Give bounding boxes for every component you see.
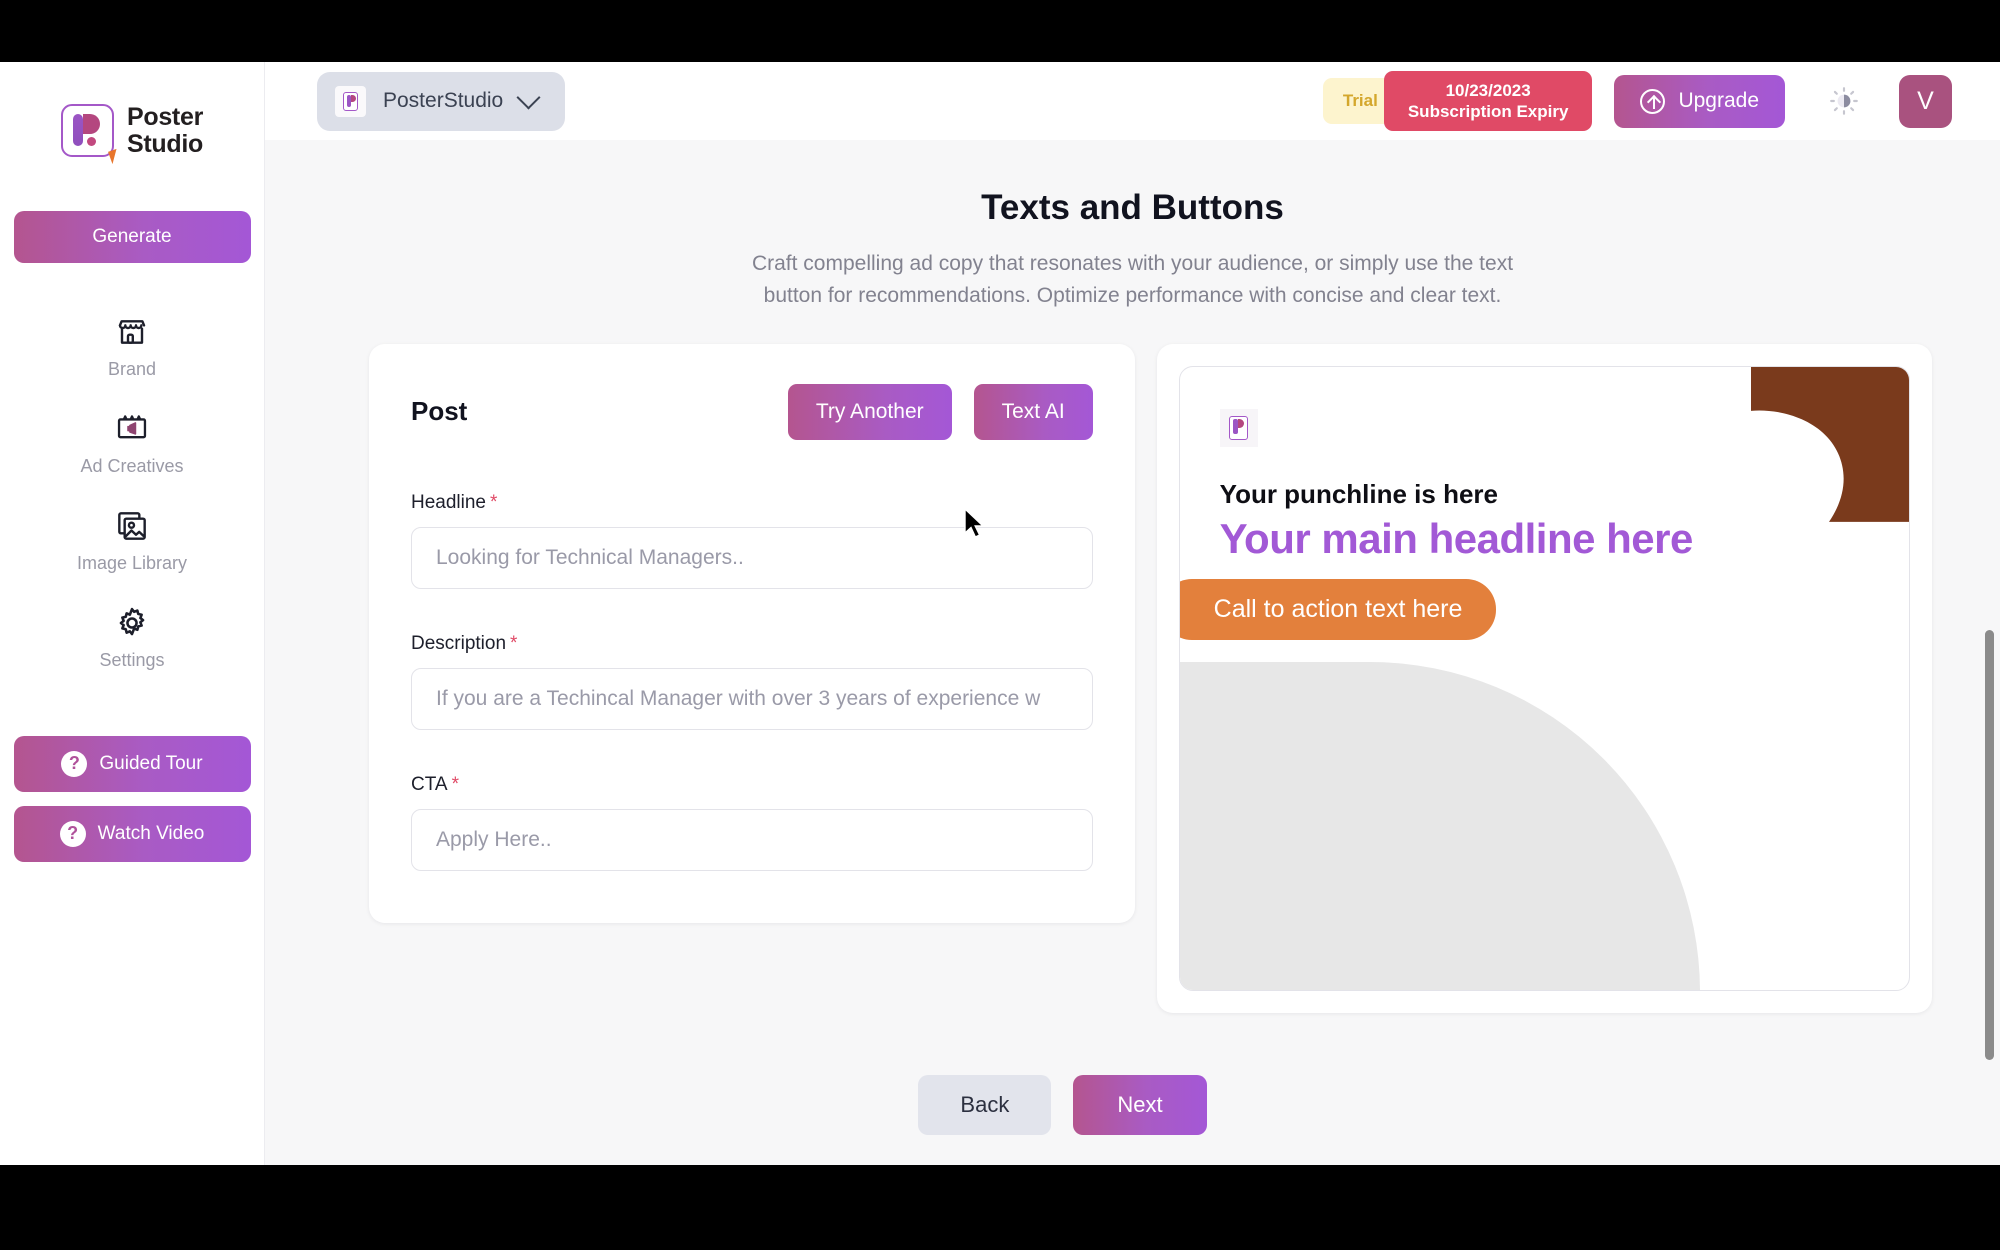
app-logo[interactable]: Poster Studio bbox=[61, 104, 203, 158]
generate-button[interactable]: Generate bbox=[14, 211, 251, 263]
poster-punchline: Your punchline is here bbox=[1220, 479, 1498, 510]
text-ai-button[interactable]: Text AI bbox=[974, 384, 1093, 440]
back-button[interactable]: Back bbox=[918, 1075, 1051, 1135]
avatar[interactable]: V bbox=[1899, 75, 1952, 128]
headline-label-text: Headline bbox=[411, 492, 486, 513]
vertical-scrollbar[interactable] bbox=[1985, 630, 1994, 1060]
upgrade-label: Upgrade bbox=[1678, 89, 1759, 113]
required-asterisk: * bbox=[452, 774, 459, 795]
billboard-icon bbox=[115, 409, 149, 449]
letterbox-top bbox=[0, 0, 2000, 62]
headline-field-group: Headline* bbox=[411, 492, 1093, 589]
next-button[interactable]: Next bbox=[1073, 1075, 1206, 1135]
workspace-name: PosterStudio bbox=[383, 89, 503, 113]
chevron-down-icon bbox=[517, 85, 541, 109]
subscription-label: Subscription Expiry bbox=[1408, 101, 1569, 122]
storefront-icon bbox=[115, 312, 149, 352]
subscription-expiry-badge[interactable]: 10/23/2023 Subscription Expiry bbox=[1384, 71, 1593, 132]
poster-studio-logo-icon bbox=[61, 104, 114, 157]
guided-tour-button[interactable]: ? Guided Tour bbox=[14, 736, 251, 792]
watch-video-label: Watch Video bbox=[98, 823, 205, 845]
workspace-selector[interactable]: PosterStudio bbox=[317, 72, 565, 131]
headline-input[interactable] bbox=[411, 527, 1093, 589]
form-header: Post Try Another Text AI bbox=[411, 384, 1093, 440]
logo-line-2: Studio bbox=[127, 131, 203, 158]
sidebar-item-brand[interactable]: Brand bbox=[0, 293, 264, 390]
poster-headline: Your main headline here bbox=[1220, 515, 1693, 563]
description-label: Description* bbox=[411, 633, 1093, 655]
form-section-title: Post bbox=[411, 396, 467, 427]
sidebar-nav: Brand Ad Creatives bbox=[0, 293, 264, 681]
page-subtitle: Craft compelling ad copy that resonates … bbox=[738, 248, 1528, 312]
description-input[interactable] bbox=[411, 668, 1093, 730]
headline-label: Headline* bbox=[411, 492, 1093, 514]
cta-field-group: CTA* bbox=[411, 774, 1093, 871]
question-circle-icon: ? bbox=[60, 821, 86, 847]
post-form-card: Post Try Another Text AI Headline* bbox=[369, 344, 1135, 923]
page-title: Texts and Buttons bbox=[265, 188, 2000, 228]
panels: Post Try Another Text AI Headline* bbox=[265, 312, 2000, 1013]
sidebar: Poster Studio Generate Brand bbox=[0, 62, 265, 1165]
guided-tour-label: Guided Tour bbox=[99, 753, 202, 775]
topbar-actions: Trial 10/23/2023 Subscription Expiry Upg… bbox=[1323, 71, 1952, 132]
question-circle-icon: ? bbox=[61, 751, 87, 777]
required-asterisk: * bbox=[510, 633, 517, 654]
images-icon bbox=[115, 506, 149, 546]
sidebar-item-label: Settings bbox=[99, 650, 164, 671]
sidebar-item-label: Image Library bbox=[77, 553, 187, 574]
subscription-date: 10/23/2023 bbox=[1408, 80, 1569, 101]
upgrade-button[interactable]: Upgrade bbox=[1614, 75, 1785, 128]
sun-moon-icon bbox=[1828, 85, 1860, 117]
try-another-button[interactable]: Try Another bbox=[788, 384, 952, 440]
sidebar-item-settings[interactable]: Settings bbox=[0, 584, 264, 681]
cta-label: CTA* bbox=[411, 774, 1093, 796]
cta-input[interactable] bbox=[411, 809, 1093, 871]
gear-icon bbox=[115, 603, 149, 643]
description-label-text: Description bbox=[411, 633, 506, 654]
poster-preview-card: Your punchline is here Your main headlin… bbox=[1157, 344, 1932, 1013]
poster-brand-logo-icon bbox=[1220, 409, 1258, 447]
topbar: PosterStudio Trial 10/23/2023 Subscripti… bbox=[265, 62, 2000, 140]
required-asterisk: * bbox=[490, 492, 497, 513]
logo-line-1: Poster bbox=[127, 104, 203, 131]
sidebar-item-image-library[interactable]: Image Library bbox=[0, 487, 264, 584]
poster-canvas[interactable]: Your punchline is here Your main headlin… bbox=[1179, 366, 1910, 991]
workspace-logo-icon bbox=[335, 86, 366, 117]
form-header-actions: Try Another Text AI bbox=[788, 384, 1093, 440]
letterbox-bottom bbox=[0, 1165, 2000, 1250]
watch-video-button[interactable]: ? Watch Video bbox=[14, 806, 251, 862]
sidebar-item-ad-creatives[interactable]: Ad Creatives bbox=[0, 390, 264, 487]
app-window: Poster Studio Generate Brand bbox=[0, 62, 2000, 1165]
sidebar-item-label: Ad Creatives bbox=[80, 456, 183, 477]
content-area: Texts and Buttons Craft compelling ad co… bbox=[265, 140, 2000, 1165]
poster-cta-button[interactable]: Call to action text here bbox=[1179, 579, 1497, 640]
description-field-group: Description* bbox=[411, 633, 1093, 730]
screen: Poster Studio Generate Brand bbox=[0, 0, 2000, 1250]
sidebar-item-label: Brand bbox=[108, 359, 156, 380]
poster-image-placeholder bbox=[1180, 662, 1700, 991]
arrow-up-circle-icon bbox=[1640, 89, 1665, 114]
cta-label-text: CTA bbox=[411, 774, 448, 795]
decorative-blob-shape bbox=[1733, 367, 1909, 522]
main-region: PosterStudio Trial 10/23/2023 Subscripti… bbox=[265, 62, 2000, 1165]
logo-wordmark: Poster Studio bbox=[127, 104, 203, 158]
theme-toggle-button[interactable] bbox=[1827, 84, 1861, 118]
wizard-footer: Back Next bbox=[265, 1013, 2000, 1135]
